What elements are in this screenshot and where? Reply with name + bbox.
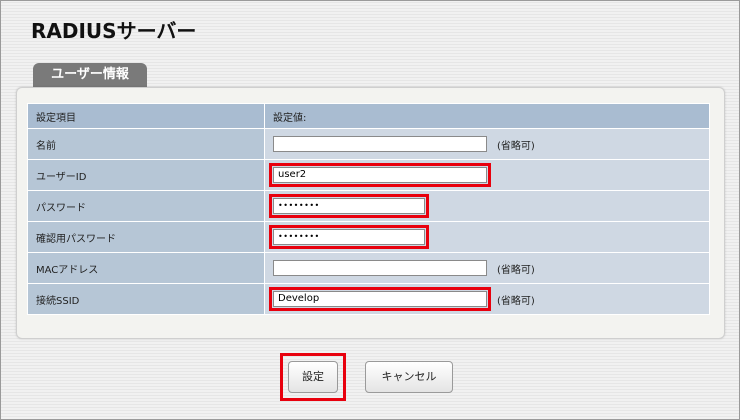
row-label-password: パスワード — [27, 190, 265, 222]
row-label-user-id: ユーザーID — [27, 159, 265, 191]
header-value: 設定値: — [264, 103, 710, 129]
password-input[interactable]: •••••••• — [269, 194, 429, 218]
table-row: 確認用パスワード •••••••• — [27, 221, 710, 253]
table-row: パスワード •••••••• — [27, 190, 710, 222]
tab-user-info: ユーザー情報 — [33, 63, 147, 87]
row-label-name: 名前 — [27, 128, 265, 160]
mac-address-input[interactable] — [273, 260, 487, 276]
user-info-panel: 設定項目 設定値: 名前 (省略可) ユーザーID user2 パスワード ••… — [16, 87, 725, 339]
table-header-row: 設定項目 設定値: — [27, 103, 710, 129]
page-title: RADIUSサーバー — [31, 19, 197, 43]
table-row: MACアドレス (省略可) — [27, 252, 710, 284]
row-value-confirm-password: •••••••• — [264, 221, 710, 253]
row-value-name: (省略可) — [264, 128, 710, 160]
optional-note: (省略可) — [497, 140, 535, 152]
settings-table: 設定項目 設定値: 名前 (省略可) ユーザーID user2 パスワード ••… — [27, 103, 710, 315]
name-input[interactable] — [273, 136, 487, 152]
save-button[interactable]: 設定 — [288, 361, 338, 393]
user-id-input[interactable]: user2 — [269, 163, 491, 187]
table-row: 名前 (省略可) — [27, 128, 710, 160]
row-value-ssid: Develop (省略可) — [264, 283, 710, 315]
row-value-mac-address: (省略可) — [264, 252, 710, 284]
table-row: ユーザーID user2 — [27, 159, 710, 191]
ssid-input[interactable]: Develop — [269, 287, 491, 311]
cancel-button[interactable]: キャンセル — [365, 361, 453, 393]
optional-note: (省略可) — [497, 264, 535, 276]
confirm-password-input[interactable]: •••••••• — [269, 225, 429, 249]
row-value-password: •••••••• — [264, 190, 710, 222]
row-label-ssid: 接続SSID — [27, 283, 265, 315]
table-row: 接続SSID Develop (省略可) — [27, 283, 710, 315]
optional-note: (省略可) — [497, 295, 535, 307]
header-item: 設定項目 — [27, 103, 265, 129]
row-label-confirm-password: 確認用パスワード — [27, 221, 265, 253]
row-label-mac-address: MACアドレス — [27, 252, 265, 284]
row-value-user-id: user2 — [264, 159, 710, 191]
